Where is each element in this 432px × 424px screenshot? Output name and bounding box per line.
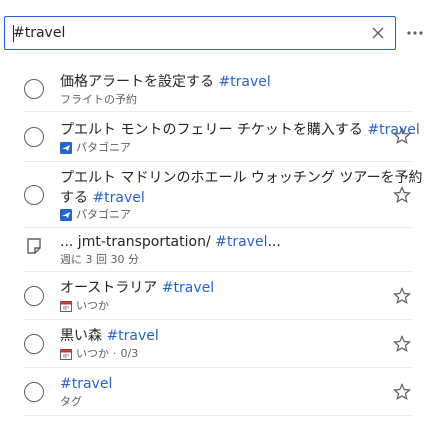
task-title-text: プエルト モントのフェリー チケットを購入する (60, 122, 363, 138)
note-icon (27, 238, 41, 254)
task-title-text: 価格アラートを設定する (60, 74, 214, 90)
list-item[interactable]: ... jmt-transportation/ #travel... 週に 3 … (24, 228, 412, 272)
task-title: プエルト マドリンのホエール ウォッチング ツアーを予約 (60, 168, 423, 188)
calendar-icon (60, 301, 72, 312)
task-title-text: 黒い森 (60, 328, 102, 344)
list-item[interactable]: 価格アラートを設定する #travel フライトの予約 (24, 62, 412, 112)
task-title: 価格アラートを設定する #travel (60, 72, 271, 92)
star-icon[interactable] (392, 286, 412, 306)
star-icon[interactable] (392, 185, 412, 205)
complete-checkbox[interactable] (24, 79, 44, 99)
hashtag-link[interactable]: #travel (106, 328, 158, 344)
task-title-line2: する #travel (60, 188, 145, 208)
task-title: #travel (60, 374, 112, 394)
hashtag-link[interactable]: #travel (218, 74, 270, 90)
list-name: いつか (76, 299, 109, 312)
task-list: 価格アラートを設定する #travel フライトの予約 プエルト モントのフェリ… (24, 62, 423, 416)
list-name: フライトの予約 (60, 93, 137, 106)
task-title: オーストラリア #travel (60, 278, 214, 298)
search-box[interactable] (4, 16, 396, 50)
hashtag-link[interactable]: #travel (60, 376, 112, 392)
complete-checkbox[interactable] (24, 286, 44, 306)
plane-icon (60, 209, 72, 221)
item-type-label: タグ (60, 395, 82, 408)
task-meta: フライトの予約 (60, 93, 137, 107)
complete-checkbox[interactable] (24, 382, 44, 402)
task-title-text: プエルト マドリンのホエール ウォッチング ツアーを予約 (60, 170, 423, 186)
list-item[interactable]: オーストラリア #travel いつか (24, 272, 412, 320)
list-name: パタゴニア (76, 141, 131, 154)
ellipsis-text: ... (267, 234, 281, 250)
hashtag-link[interactable]: #travel (162, 280, 214, 296)
complete-checkbox[interactable] (24, 334, 44, 354)
task-meta: いつか (60, 299, 109, 313)
task-meta: タグ (60, 395, 82, 409)
task-title-text: ... jmt-transportation/ (60, 234, 211, 250)
more-horizontal-icon[interactable] (406, 28, 424, 38)
list-item[interactable]: #travel タグ (24, 368, 412, 416)
close-icon[interactable] (369, 24, 387, 42)
complete-checkbox[interactable] (24, 127, 44, 147)
task-meta: パタゴニア (60, 141, 131, 155)
calendar-icon (60, 349, 72, 360)
task-meta: 週に 3 回 30 分 (60, 253, 139, 267)
steps-count: 0/3 (120, 347, 139, 360)
task-meta: いつか · 0/3 (60, 347, 138, 361)
hashtag-link[interactable]: #travel (92, 190, 144, 206)
task-title: ... jmt-transportation/ #travel... (60, 232, 281, 252)
list-name: パタゴニア (76, 208, 131, 221)
task-title: プエルト モントのフェリー チケットを購入する #travel (60, 120, 420, 140)
list-item[interactable]: 黒い森 #travel いつか · 0/3 (24, 320, 412, 368)
complete-checkbox[interactable] (24, 185, 44, 205)
list-item[interactable]: プエルト マドリンのホエール ウォッチング ツアーを予約 する #travel … (24, 162, 423, 228)
separator-dot: · (113, 347, 117, 360)
search-input[interactable] (13, 17, 353, 49)
note-detail: 週に 3 回 30 分 (60, 253, 139, 266)
plane-icon (60, 142, 72, 154)
task-meta: パタゴニア (60, 208, 131, 222)
hashtag-link[interactable]: #travel (215, 234, 267, 250)
star-icon[interactable] (392, 126, 412, 146)
list-item[interactable]: プエルト モントのフェリー チケットを購入する #travel パタゴニア (24, 112, 420, 162)
star-icon[interactable] (392, 382, 412, 402)
task-title-text: オーストラリア (60, 280, 158, 296)
task-title-text: する (60, 190, 88, 206)
star-icon[interactable] (392, 334, 412, 354)
task-title: 黒い森 #travel (60, 326, 159, 346)
list-name: いつか (76, 347, 109, 360)
